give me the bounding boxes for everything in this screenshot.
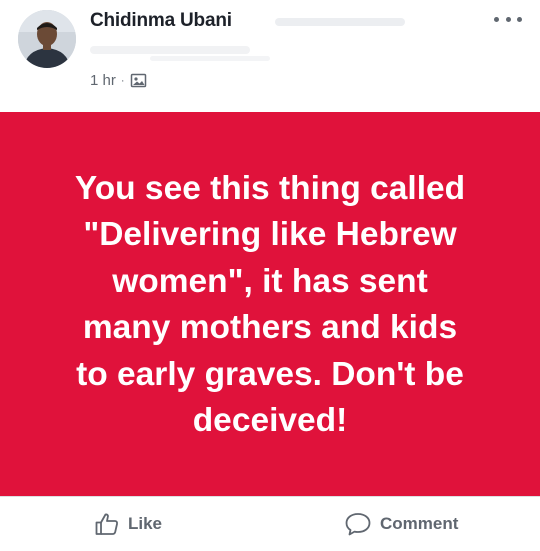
post-text-line: to early graves. Don't be	[76, 355, 464, 393]
like-label: Like	[128, 514, 163, 533]
redacted-text	[150, 56, 270, 61]
speech-bubble-icon	[345, 513, 371, 536]
post-text-line: "Delivering like Hebrew	[83, 216, 457, 253]
meta-separator: ·	[120, 74, 125, 87]
more-options-icon[interactable]	[494, 10, 522, 28]
comment-label: Comment	[380, 514, 459, 533]
author-avatar[interactable]	[18, 10, 76, 68]
post-meta: 1 hr ·	[90, 72, 147, 89]
post-text-line: You see this thing called	[74, 169, 466, 207]
redacted-text	[90, 46, 250, 54]
more-dot	[517, 16, 522, 22]
comment-button[interactable]: Comment	[344, 511, 458, 537]
post-text-line: women", it has sent	[112, 262, 428, 300]
more-dot	[505, 16, 511, 22]
post-text-line: deceived!	[192, 402, 348, 439]
photo-icon[interactable]	[130, 72, 147, 89]
post-text-background: You see this thing called "Delivering li…	[0, 112, 540, 496]
more-dot	[494, 16, 499, 22]
thumbs-up-icon	[95, 513, 118, 535]
post-text-line: many mothers and kids	[82, 309, 458, 346]
post-message: You see this thing called "Delivering li…	[35, 166, 505, 445]
post-time[interactable]: 1 hr	[90, 72, 116, 89]
post-actions: Like Comment	[0, 496, 540, 551]
post-header: Chidinma Ubani 1 hr ·	[0, 0, 540, 112]
facebook-post: Chidinma Ubani 1 hr · You see this thing…	[0, 0, 540, 550]
redacted-text	[275, 18, 405, 26]
author-name[interactable]: Chidinma Ubani	[90, 10, 232, 32]
like-button[interactable]: Like	[94, 511, 162, 537]
